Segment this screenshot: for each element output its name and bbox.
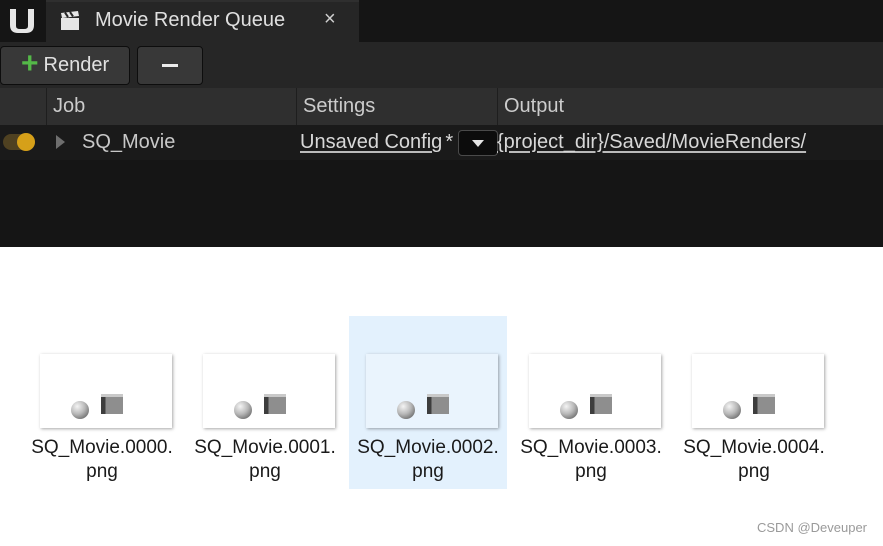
column-header-job[interactable]: Job <box>46 88 296 125</box>
job-config-name: Unsaved Config <box>300 131 443 153</box>
sphere-shape <box>397 401 415 419</box>
tab-movie-render-queue[interactable]: Movie Render Queue × <box>46 0 359 42</box>
tab-title: Movie Render Queue <box>95 9 286 31</box>
queue-header-row: Job Settings Output <box>0 88 883 125</box>
file-name-stem: SQ_Movie.0002. <box>357 437 499 458</box>
file-item[interactable]: SQ_Movie.0000. png <box>23 316 181 489</box>
cube-shape <box>427 394 449 414</box>
chevron-down-icon <box>472 139 484 147</box>
file-name-stem: SQ_Movie.0000. <box>31 437 173 458</box>
file-name: SQ_Movie.0001. png <box>186 436 344 484</box>
image-thumbnail <box>40 354 172 428</box>
file-item-selected[interactable]: SQ_Movie.0002. png <box>349 316 507 489</box>
column-header-output[interactable]: Output <box>497 88 883 125</box>
render-button-label: Render <box>43 54 110 76</box>
expand-arrow-icon[interactable] <box>56 135 65 149</box>
toolbar: + Render <box>0 42 883 88</box>
tab-strip: Movie Render Queue × <box>0 0 883 42</box>
plus-icon: + <box>21 47 39 80</box>
file-name-ext: png <box>412 461 444 482</box>
sphere-shape <box>560 401 578 419</box>
file-name-stem: SQ_Movie.0001. <box>194 437 336 458</box>
job-output-path[interactable]: {project_dir}/Saved/MovieRenders/ <box>497 131 806 154</box>
file-name: SQ_Movie.0004. png <box>675 436 833 484</box>
sphere-shape <box>234 401 252 419</box>
file-name-stem: SQ_Movie.0003. <box>520 437 662 458</box>
sphere-shape <box>71 401 89 419</box>
column-header-settings[interactable]: Settings <box>296 88 497 125</box>
image-thumbnail <box>366 354 498 428</box>
unsaved-marker: * <box>445 131 454 153</box>
cube-shape <box>590 394 612 414</box>
render-button[interactable]: + Render <box>0 46 130 85</box>
file-item[interactable]: SQ_Movie.0003. png <box>512 316 670 489</box>
file-name-stem: SQ_Movie.0004. <box>683 437 825 458</box>
file-name: SQ_Movie.0000. png <box>23 436 181 484</box>
file-item[interactable]: SQ_Movie.0001. png <box>186 316 344 489</box>
image-thumbnail <box>529 354 661 428</box>
file-name-ext: png <box>738 461 770 482</box>
column-header-status[interactable] <box>0 88 46 125</box>
job-row[interactable]: SQ_Movie Unsaved Config * {project_dir}/S… <box>0 125 883 160</box>
clapperboard-icon <box>60 11 80 31</box>
toggle-knob <box>17 133 35 151</box>
job-name: SQ_Movie <box>82 131 176 153</box>
image-thumbnail <box>692 354 824 428</box>
cube-shape <box>264 394 286 414</box>
sphere-shape <box>723 401 741 419</box>
file-name-ext: png <box>575 461 607 482</box>
unreal-logo-icon <box>0 0 44 42</box>
job-settings-link[interactable]: Unsaved Config * <box>300 131 453 154</box>
file-name-ext: png <box>249 461 281 482</box>
file-item[interactable]: SQ_Movie.0004. png <box>675 316 833 489</box>
cube-shape <box>101 394 123 414</box>
cube-shape <box>753 394 775 414</box>
file-thumbnail-grid: SQ_Movie.0000. png SQ_Movie.0001. png SQ… <box>0 316 883 492</box>
file-name: SQ_Movie.0003. png <box>512 436 670 484</box>
file-name-ext: png <box>86 461 118 482</box>
close-tab-icon[interactable]: × <box>324 8 336 31</box>
file-name: SQ_Movie.0002. png <box>349 436 507 484</box>
remove-job-button[interactable] <box>137 46 203 85</box>
settings-dropdown-button[interactable] <box>458 130 498 156</box>
watermark-text: CSDN @Deveuper <box>757 520 868 535</box>
image-thumbnail <box>203 354 335 428</box>
minus-icon <box>162 64 178 67</box>
job-enabled-toggle[interactable] <box>3 133 35 151</box>
movie-render-queue-panel: Movie Render Queue × + Render Job Settin… <box>0 0 883 247</box>
